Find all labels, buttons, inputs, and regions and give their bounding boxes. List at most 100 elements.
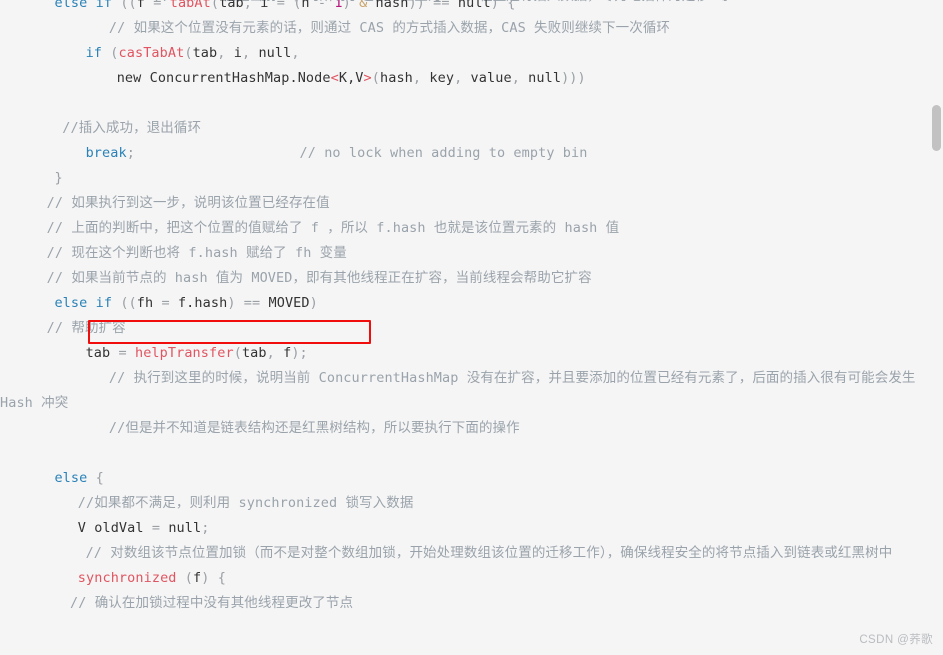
line-comment-moved: // 如果当前节点的 hash 值为 MOVED，即有其他线程正在扩容，当前线程… — [0, 266, 943, 291]
line-if-castabat-tok-6: , — [217, 45, 234, 61]
line-helptransfer: tab = helpTransfer(tab, f); — [0, 341, 943, 366]
line-new-node-tok-6: , — [412, 70, 430, 86]
line-else-if-tabat-tok-12: , — [243, 0, 261, 11]
csdn-watermark: CSDN @荞歌 — [859, 634, 933, 646]
line-comment-assign-f: // 上面的判断中，把这个位置的值赋给了 f ，所以 f.hash 也就是该位置… — [0, 216, 943, 241]
line-comment-step-tok-0: // 如果执行到这一步，说明该位置已经存在值 — [46, 195, 330, 211]
line-synchronized-tok-5 — [209, 570, 217, 586]
line-else-if-tabat-tok-34 — [499, 0, 507, 11]
line-new-node-tok-7: key — [429, 70, 455, 86]
line-v-oldval-tok-0: V oldVal — [77, 520, 144, 536]
line-else-if-tabat-tok-9: tabAt — [169, 0, 211, 11]
line-new-node-tok-11: null — [528, 70, 562, 86]
line-else-if-moved-tok-5: fh — [136, 295, 154, 311]
line-new-node-tok-12: ))) — [561, 70, 586, 86]
line-comment-long-wrap: // 执行到这里的时候，说明当前 ConcurrentHashMap 没有在扩容… — [0, 366, 943, 416]
line-helptransfer-tok-2: = — [118, 345, 127, 361]
line-comment-step: // 如果执行到这一步，说明该位置已经存在值 — [0, 191, 943, 216]
line-else-if-tabat: else if ((f = tabAt(tab, i = (n - 1) & h… — [0, 0, 943, 16]
line-new-node-tok-1: < — [330, 70, 339, 86]
line-if-castabat-tok-3: casTabAt — [118, 45, 185, 61]
line-else-if-moved-tok-0: else — [54, 295, 88, 311]
scrollbar-thumb[interactable] — [932, 105, 941, 151]
line-new-node-tok-9: value — [470, 70, 512, 86]
line-else-if-tabat-tok-16 — [285, 0, 293, 11]
line-else-if-tabat-tok-4: (( — [120, 0, 137, 11]
line-synchronized: synchronized (f) { — [0, 566, 943, 591]
line-else-if-tabat-tok-33: ) — [490, 0, 500, 11]
line-synchronized-tok-1 — [177, 570, 185, 586]
line-else-if-tabat-tok-28: )) — [408, 0, 425, 11]
line-else-if-tabat-tok-35: { — [507, 0, 516, 11]
line-else-if-tabat-tok-14 — [268, 0, 276, 11]
line-if-castabat-tok-0: if — [85, 45, 103, 61]
line-if-castabat-tok-10: , — [291, 45, 300, 61]
line-helptransfer-tok-5: ( — [233, 345, 242, 361]
line-break-tok-1: ; — [126, 145, 135, 161]
line-comment-fh: // 现在这个判断也将 f.hash 赋给了 fh 变量 — [0, 241, 943, 266]
line-synchronized-tok-6: { — [217, 570, 226, 586]
line-else-if-tabat-tok-23: ) — [342, 0, 351, 11]
line-synchronized-tok-2: ( — [184, 570, 193, 586]
line-else-if-tabat-tok-6 — [145, 0, 153, 11]
line-comment-help-tok-0: // 帮助扩容 — [46, 320, 126, 336]
line-new-node-tok-0: new ConcurrentHashMap.Node — [116, 70, 331, 86]
line-else-if-moved-tok-12: == — [243, 295, 261, 311]
line-comment-confirm-tok-0: // 确认在加锁过程中没有其他线程更改了节点 — [70, 595, 354, 611]
line-else-if-tabat-tok-22: 1 — [334, 0, 343, 11]
line-comment-insert-ok-tok-0: //插入成功，退出循环 — [62, 120, 202, 136]
line-break-tok-0: break — [85, 145, 127, 161]
line-else-open-tok-1 — [87, 470, 95, 486]
line-break: break; // no lock when adding to empty b… — [0, 141, 943, 166]
line-v-oldval-tok-4: null — [168, 520, 202, 536]
code-viewer[interactable]: // 如果 在盘当前 ，为所有于这桶的位置为 。在盘还有插入数据，尽力地插件为是… — [0, 0, 943, 655]
line-blank-1 — [0, 91, 943, 116]
line-else-if-moved-tok-14: MOVED — [268, 295, 310, 311]
line-else-if-tabat-tok-18: n — [301, 0, 310, 11]
line-else-if-moved-tok-7: = — [161, 295, 170, 311]
line-comment-cas: // 如果这个位置没有元素的话，则通过 CAS 的方式插入数据，CAS 失败则继… — [0, 16, 943, 41]
line-new-node-tok-10: , — [511, 70, 529, 86]
line-else-if-tabat-tok-1 — [87, 0, 95, 11]
line-else-if-tabat-tok-8 — [161, 0, 169, 11]
line-new-node-tok-3: > — [363, 70, 372, 86]
line-helptransfer-tok-3 — [127, 345, 135, 361]
line-v-oldval: V oldVal = null; — [0, 516, 943, 541]
line-else-if-tabat-tok-24 — [351, 0, 359, 11]
line-else-if-moved-tok-11 — [236, 295, 244, 311]
line-else-if-tabat-tok-15: = — [276, 0, 285, 11]
line-else-if-tabat-tok-11: tab — [219, 0, 244, 11]
line-v-oldval-tok-2: = — [151, 520, 161, 536]
line-blank-2 — [0, 441, 943, 466]
line-new-node-tok-5: hash — [380, 70, 413, 86]
line-else-if-moved-tok-10: ) — [227, 295, 236, 311]
line-comment-lock-wrap: // 对数组该节点位置加锁（而不是对整个数组加锁，开始处理数组该位置的迁移工作）… — [0, 541, 943, 566]
line-synchronized-tok-0: synchronized — [77, 570, 177, 586]
line-comment-moved-tok-0: // 如果当前节点的 hash 值为 MOVED，即有其他线程正在扩容，当前线程… — [46, 270, 592, 286]
line-else-open: else { — [0, 466, 943, 491]
code-line-list: else if ((f = tabAt(tab, i = (n - 1) & h… — [0, 0, 943, 616]
line-comment-long-wrap-tok-0: // 执行到这里的时候，说明当前 ConcurrentHashMap 没有在扩容… — [0, 370, 924, 411]
line-comment-structure: //但是并不知道是链表结构还是红黑树结构，所以要执行下面的操作 — [0, 416, 943, 441]
line-helptransfer-tok-1 — [110, 345, 118, 361]
line-else-if-tabat-tok-31 — [450, 0, 458, 11]
line-else-if-tabat-tok-30: == — [433, 0, 450, 11]
line-else-if-tabat-tok-29 — [425, 0, 433, 11]
line-break-tok-2 — [135, 145, 300, 161]
line-comment-sync-write-tok-0: //如果都不满足，则利用 — [77, 495, 239, 511]
line-else-if-tabat-tok-5: f — [136, 0, 146, 11]
line-comment-fh-tok-0: // 现在这个判断也将 f.hash 赋给了 fh 变量 — [46, 245, 347, 261]
line-else-if-tabat-tok-26 — [367, 0, 375, 11]
line-close-brace: } — [0, 166, 943, 191]
line-if-castabat-tok-4: ( — [184, 45, 193, 61]
line-if-castabat-tok-9: null — [258, 45, 292, 61]
line-else-if-moved-tok-2: if — [95, 295, 113, 311]
line-comment-sync-write-tok-2: 锁写入数据 — [337, 495, 414, 511]
line-if-castabat: if (casTabAt(tab, i, null, — [0, 41, 943, 66]
line-else-open-tok-0: else — [54, 470, 88, 486]
vertical-scrollbar[interactable] — [928, 0, 943, 655]
line-else-if-tabat-tok-20: - — [317, 0, 327, 11]
line-v-oldval-tok-1 — [144, 520, 152, 536]
line-comment-structure-tok-0: //但是并不知道是链表结构还是红黑树结构，所以要执行下面的操作 — [108, 420, 520, 436]
line-if-castabat-tok-2: ( — [110, 45, 119, 61]
